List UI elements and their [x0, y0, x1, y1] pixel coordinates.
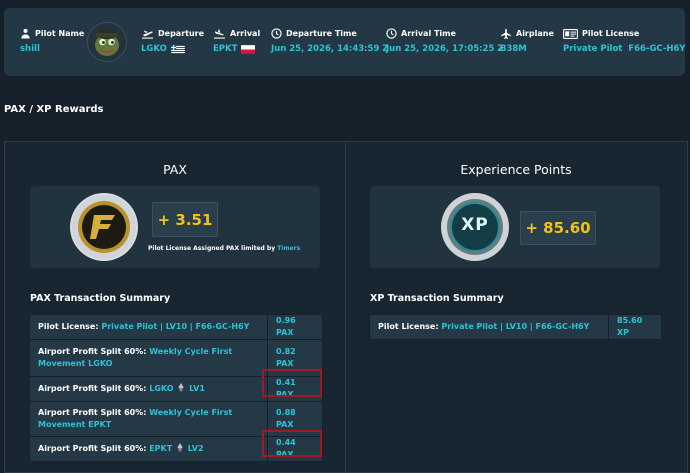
arrival-time-label: Arrival Time [401, 29, 456, 38]
airport-link[interactable]: LGKO [149, 384, 173, 393]
tx-amount: 0.82 PAX [267, 339, 323, 377]
arrival-value[interactable]: EPKT [213, 44, 237, 54]
greece-flag-icon [171, 44, 185, 54]
pilot-name-value[interactable]: shill [20, 44, 40, 54]
departure-time-value: Jun 25, 2026, 14:43:59 Z [271, 44, 389, 54]
pax-coin-icon [70, 193, 138, 261]
pilot-license-value[interactable]: Private Pilot F66-GC-H6Y [563, 44, 686, 54]
takeoff-icon [141, 28, 154, 39]
ethereum-icon [178, 383, 185, 392]
airport-level-link[interactable]: LV2 [188, 444, 204, 453]
tx-amount: 85.60 XP [608, 314, 662, 340]
pax-transaction-table: Pilot License: Private Pilot | LV10 | F6… [29, 314, 323, 462]
pilot-name-label: Pilot Name [35, 29, 85, 38]
tx-amount: 0.44 PAX [267, 436, 323, 462]
table-row: Pilot License: Private Pilot | LV10 | F6… [369, 314, 662, 340]
airplane-value: B38M [500, 44, 527, 54]
departure-field: Departure LGKO [141, 28, 204, 54]
tx-description: Pilot License: Private Pilot | LV10 | F6… [369, 314, 609, 340]
tx-description: Airport Profit Split 60%: LGKO LV1 [29, 376, 268, 402]
arrival-time-value: Jun 25, 2026, 17:05:25 Z [386, 44, 504, 54]
airport-level-link[interactable]: LV1 [189, 384, 205, 393]
airport-link[interactable]: EPKT [149, 444, 172, 453]
ethereum-icon [177, 443, 183, 452]
tx-description: Airport Profit Split 60%: Weekly Cycle F… [29, 401, 268, 437]
pax-summary-title: PAX Transaction Summary [30, 293, 171, 304]
table-row: Pilot License: Private Pilot | LV10 | F6… [29, 314, 323, 340]
timers-link[interactable]: Timers [277, 245, 300, 252]
xp-panel-title: Experience Points [460, 162, 572, 177]
departure-time-label: Departure Time [286, 29, 357, 38]
airplane-label: Airplane [516, 29, 554, 38]
pax-amount: + 3.51 [152, 202, 218, 237]
arrival-time-field: Arrival Time Jun 25, 2026, 17:05:25 Z [386, 28, 504, 54]
tx-description: Airport Profit Split 60%: EPKT LV2 [29, 436, 268, 462]
xp-coin-text: XP [461, 215, 489, 235]
tx-amount: 0.96 PAX [267, 314, 323, 340]
section-title: PAX / XP Rewards [4, 104, 104, 115]
arrival-label: Arrival [230, 29, 261, 38]
xp-summary-title: XP Transaction Summary [370, 293, 504, 304]
license-icon [563, 28, 578, 39]
xp-amount: + 85.60 [520, 211, 596, 245]
departure-value[interactable]: LGKO [141, 44, 167, 54]
xp-transaction-table: Pilot License: Private Pilot | LV10 | F6… [369, 314, 662, 340]
license-link[interactable]: Private Pilot | LV10 | F66-GC-H6Y [101, 322, 249, 331]
departure-time-field: Departure Time Jun 25, 2026, 14:43:59 Z [271, 28, 389, 54]
tx-amount: 0.88 PAX [267, 401, 323, 437]
xp-coin-icon: XP [439, 191, 511, 263]
table-row: Airport Profit Split 60%: LGKO LV1 0.41 … [29, 376, 323, 402]
pilot-icon [20, 28, 31, 39]
tx-description: Airport Profit Split 60%: Weekly Cycle F… [29, 339, 268, 377]
xp-reward-card: XP + 85.60 [370, 186, 660, 268]
clock-icon [271, 28, 282, 39]
pax-limit-note: Pilot License Assigned PAX limited by Ti… [148, 245, 301, 252]
airplane-field: Airplane B38M [500, 28, 554, 54]
flight-info-bar: Pilot Name shill Departure LGKO Arrival … [4, 8, 686, 76]
pilot-name-field: Pilot Name shill [20, 28, 84, 54]
avatar[interactable] [87, 22, 127, 62]
pax-reward-card: + 3.51 Pilot License Assigned PAX limite… [30, 186, 320, 268]
pilot-license-label: Pilot License [582, 29, 640, 38]
table-row: Airport Profit Split 60%: Weekly Cycle F… [29, 339, 323, 377]
clock-icon [386, 28, 397, 39]
table-row: Airport Profit Split 60%: EPKT LV2 0.44 … [29, 436, 323, 462]
poland-flag-icon [241, 44, 256, 54]
license-link[interactable]: Private Pilot | LV10 | F66-GC-H6Y [441, 322, 589, 331]
pilot-license-field: Pilot License Private Pilot F66-GC-H6Y [563, 28, 686, 54]
landing-icon [213, 28, 226, 39]
airplane-icon [500, 28, 512, 39]
tx-amount: 0.41 PAX [267, 376, 323, 402]
tx-description: Pilot License: Private Pilot | LV10 | F6… [29, 314, 268, 340]
departure-label: Departure [158, 29, 205, 38]
table-row: Airport Profit Split 60%: Weekly Cycle F… [29, 401, 323, 437]
panel-divider [345, 142, 346, 472]
arrival-field: Arrival EPKT [213, 28, 260, 54]
pax-panel-title: PAX [163, 162, 187, 177]
rewards-panels: PAX + 3.51 Pilot License Assigned PAX li… [4, 141, 688, 473]
